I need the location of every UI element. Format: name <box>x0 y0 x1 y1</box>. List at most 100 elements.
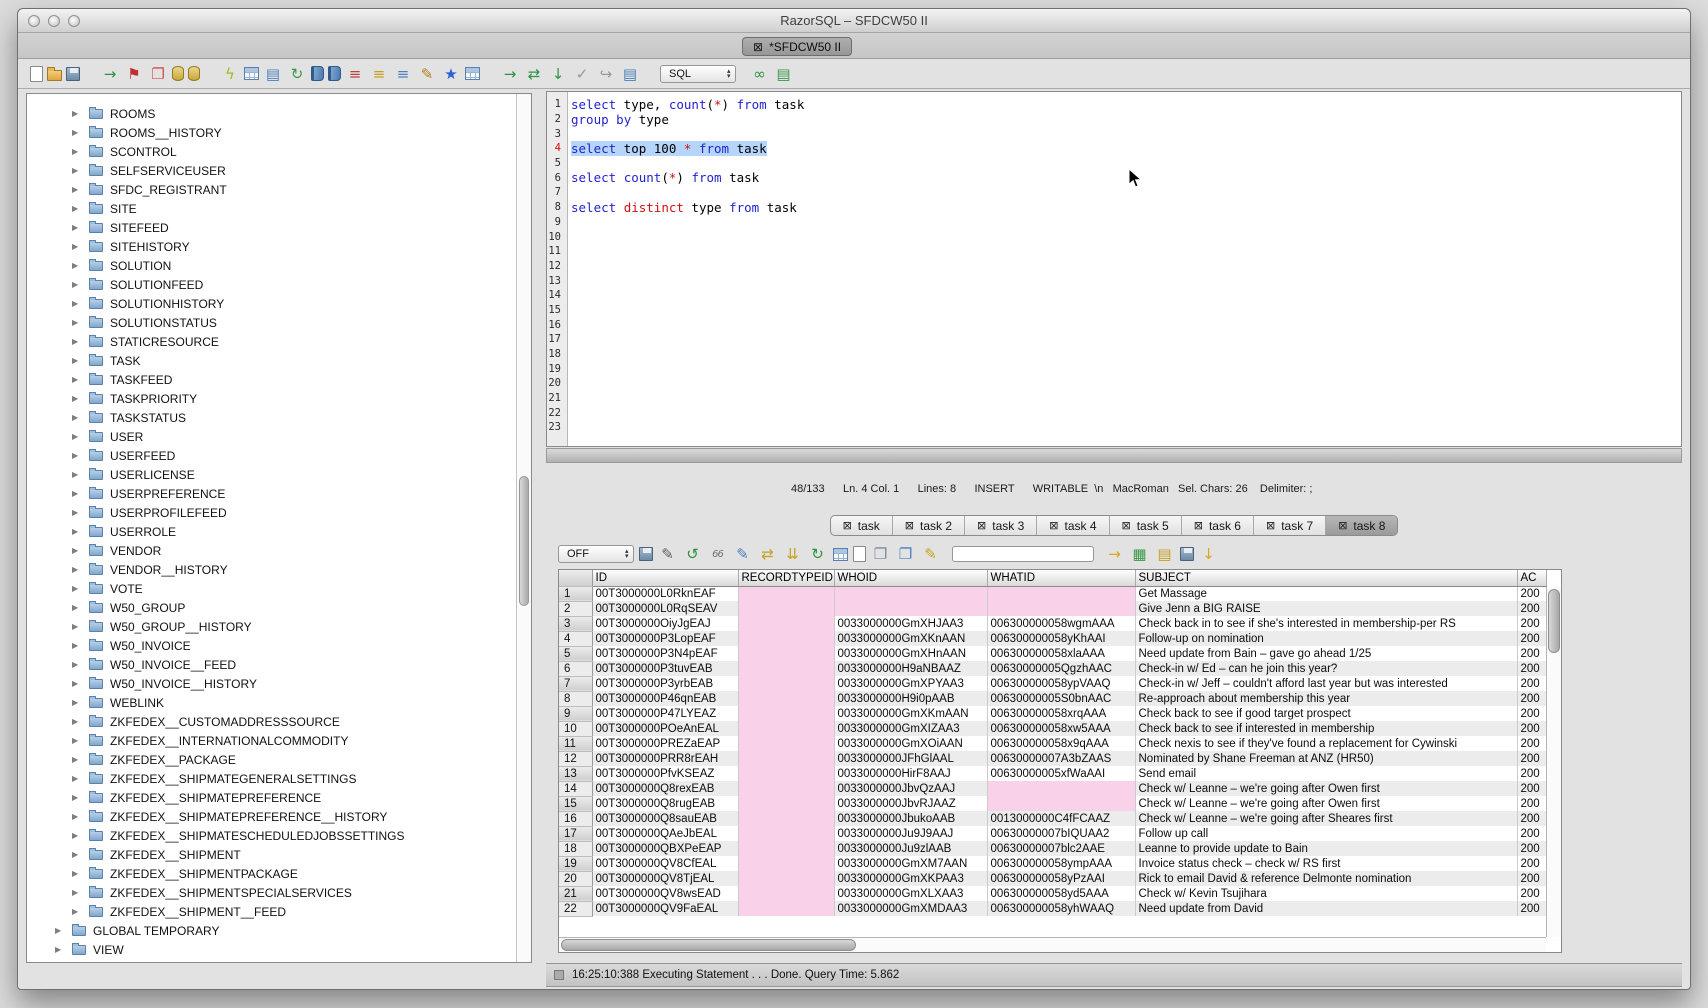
table-row[interactable]: 1100T3000000PREZaEAP0033000000GmXOiAAN00… <box>559 736 1546 751</box>
cell-ac[interactable]: 200 <box>1517 811 1546 826</box>
cell-recordtypeid[interactable] <box>738 601 834 616</box>
cell-whoid[interactable]: 0033000000H9aNBAAZ <box>834 661 987 676</box>
tree-node-zkfedex-shipmentspecialservices[interactable]: ▶ZKFEDEX__SHIPMENTSPECIALSERVICES <box>27 883 531 902</box>
editor-line[interactable]: 22 <box>547 405 1681 420</box>
cell-recordtypeid[interactable] <box>738 766 834 781</box>
table-editor-icon[interactable] <box>465 67 480 80</box>
editor-line[interactable]: 16 <box>547 317 1681 332</box>
copy-objects-icon[interactable]: ❐ <box>148 64 168 84</box>
results-hscrollbar[interactable] <box>559 937 1546 952</box>
tree-node-zkfedex-package[interactable]: ▶ZKFEDEX__PACKAGE <box>27 750 531 769</box>
expand-arrow-icon[interactable]: ▶ <box>72 451 86 460</box>
table-row[interactable]: 1500T3000000Q8rugEAB0033000000JbvRJAAZCh… <box>559 796 1546 811</box>
expand-arrow-icon[interactable]: ▶ <box>72 584 86 593</box>
autocommit-select[interactable]: OFF▴▾ <box>558 545 634 563</box>
cell-whatid[interactable]: 006300000058x9qAAA <box>987 736 1135 751</box>
tree-node-user[interactable]: ▶USER <box>27 427 531 446</box>
cell-whatid[interactable]: 006300000058xlaAAA <box>987 646 1135 661</box>
tree-node-zkfedex-shipmategeneralsettings[interactable]: ▶ZKFEDEX__SHIPMATEGENERALSETTINGS <box>27 769 531 788</box>
cell-recordtypeid[interactable] <box>738 586 834 601</box>
notebook-icon[interactable] <box>311 66 324 81</box>
editor-hscrollbar[interactable] <box>546 448 1682 463</box>
cell-whoid[interactable] <box>834 586 987 601</box>
tree-node-solution[interactable]: ▶SOLUTION <box>27 256 531 275</box>
editor-line[interactable]: 10 <box>547 229 1681 244</box>
expand-arrow-icon[interactable]: ▶ <box>72 850 86 859</box>
cell-id[interactable]: 00T3000000QV8TjEAL <box>592 871 738 886</box>
row-number-cell[interactable]: 2 <box>559 601 592 616</box>
tab-close-icon[interactable]: ⊠ <box>977 519 986 532</box>
cell-recordtypeid[interactable] <box>738 886 834 901</box>
expand-arrow-icon[interactable]: ▶ <box>72 185 86 194</box>
cell-recordtypeid[interactable] <box>738 721 834 736</box>
edit-form-icon[interactable] <box>244 67 259 80</box>
result-tab-task-5[interactable]: ⊠task 5 <box>1109 516 1181 535</box>
table-row[interactable]: 500T3000000P3N4pEAF0033000000GmXHnAAN006… <box>559 646 1546 661</box>
expand-arrow-icon[interactable]: ▶ <box>72 698 86 707</box>
tree-node-userprofilefeed[interactable]: ▶USERPROFILEFEED <box>27 503 531 522</box>
cell-subject[interactable]: Check w/ Leanne – we're going after Owen… <box>1135 781 1517 796</box>
cell-whoid[interactable]: 0033000000Ju9zlAAB <box>834 841 987 856</box>
cell-subject[interactable]: Leanne to provide update to Bain <box>1135 841 1517 856</box>
cell-recordtypeid[interactable] <box>738 901 834 916</box>
tab-close-icon[interactable]: ⊠ <box>1266 519 1275 532</box>
tree-node-sitehistory[interactable]: ▶SITEHISTORY <box>27 237 531 256</box>
cell-ac[interactable]: 200 <box>1517 751 1546 766</box>
expand-arrow-icon[interactable]: ▶ <box>72 261 86 270</box>
tree-node-global-temporary[interactable]: ▶GLOBAL TEMPORARY <box>27 921 531 940</box>
expand-arrow-icon[interactable]: ▶ <box>72 337 86 346</box>
minimize-button[interactable] <box>48 15 60 27</box>
expand-arrow-icon[interactable]: ▶ <box>72 812 86 821</box>
editor-line[interactable]: 3 <box>547 126 1681 141</box>
cell-id[interactable]: 00T3000000QBXPeEAP <box>592 841 738 856</box>
editor-line[interactable]: 9 <box>547 215 1681 230</box>
cell-id[interactable]: 00T3000000P3N4pEAF <box>592 646 738 661</box>
editor-line[interactable]: 4select top 100 * from task <box>547 141 1681 156</box>
expand-arrow-icon[interactable]: ▶ <box>72 223 86 232</box>
expand-arrow-icon[interactable]: ▶ <box>72 166 86 175</box>
expand-arrow-icon[interactable]: ▶ <box>72 204 86 213</box>
cell-whoid[interactable]: 0033000000GmXHJAA3 <box>834 616 987 631</box>
tree-node-w50-group[interactable]: ▶W50_GROUP <box>27 598 531 617</box>
tree-node-vendor-history[interactable]: ▶VENDOR__HISTORY <box>27 560 531 579</box>
cell-ac[interactable]: 200 <box>1517 676 1546 691</box>
cell-id[interactable]: 00T3000000L0RqSEAV <box>592 601 738 616</box>
expand-arrow-icon[interactable]: ▶ <box>72 489 86 498</box>
cell-subject[interactable]: Check back to see if interested in membe… <box>1135 721 1517 736</box>
expand-arrow-icon[interactable]: ▶ <box>72 318 86 327</box>
expand-arrow-icon[interactable]: ▶ <box>72 641 86 650</box>
expand-arrow-icon[interactable]: ▶ <box>72 375 86 384</box>
cell-id[interactable]: 00T3000000P3tuvEAB <box>592 661 738 676</box>
cell-ac[interactable]: 200 <box>1517 841 1546 856</box>
row-number-cell[interactable]: 21 <box>559 886 592 901</box>
editor-line[interactable]: 20 <box>547 376 1681 391</box>
tree-scrollbar[interactable] <box>516 94 531 962</box>
cell-id[interactable]: 00T3000000PfvKSEAZ <box>592 766 738 781</box>
expand-arrow-icon[interactable]: ▶ <box>72 242 86 251</box>
edit-sql-icon[interactable]: ✎ <box>417 64 437 84</box>
cell-recordtypeid[interactable] <box>738 631 834 646</box>
expand-arrow-icon[interactable]: ▶ <box>72 280 86 289</box>
reference-book-icon[interactable] <box>328 66 341 81</box>
copy-record-icon[interactable]: ❐ <box>871 544 891 564</box>
row-number-cell[interactable]: 8 <box>559 691 592 706</box>
table-row[interactable]: 1400T3000000Q8rexEAB0033000000JbvQzAAJCh… <box>559 781 1546 796</box>
expand-arrow-icon[interactable]: ▶ <box>72 508 86 517</box>
cell-subject[interactable]: Need update from Bain – gave go ahead 1/… <box>1135 646 1517 661</box>
cell-ac[interactable]: 200 <box>1517 631 1546 646</box>
cell-recordtypeid[interactable] <box>738 676 834 691</box>
commit-icon[interactable]: ✓ <box>572 64 592 84</box>
zoom-button[interactable] <box>68 15 80 27</box>
expand-arrow-icon[interactable]: ▶ <box>55 945 69 954</box>
row-number-cell[interactable]: 18 <box>559 841 592 856</box>
cell-recordtypeid[interactable] <box>738 691 834 706</box>
cell-ac[interactable]: 200 <box>1517 736 1546 751</box>
tree-node-taskpriority[interactable]: ▶TASKPRIORITY <box>27 389 531 408</box>
table-row[interactable]: 300T3000000OiyJgEAJ0033000000GmXHJAA3006… <box>559 616 1546 631</box>
table-row[interactable]: 2200T3000000QV9FaEAL0033000000GmXMDAA300… <box>559 901 1546 916</box>
tree-node-userlicense[interactable]: ▶USERLICENSE <box>27 465 531 484</box>
tree-node-solutionhistory[interactable]: ▶SOLUTIONHISTORY <box>27 294 531 313</box>
expand-arrow-icon[interactable]: ▶ <box>72 774 86 783</box>
tree-node-w50-invoice-history[interactable]: ▶W50_INVOICE__HISTORY <box>27 674 531 693</box>
new-database-icon[interactable] <box>172 66 184 81</box>
